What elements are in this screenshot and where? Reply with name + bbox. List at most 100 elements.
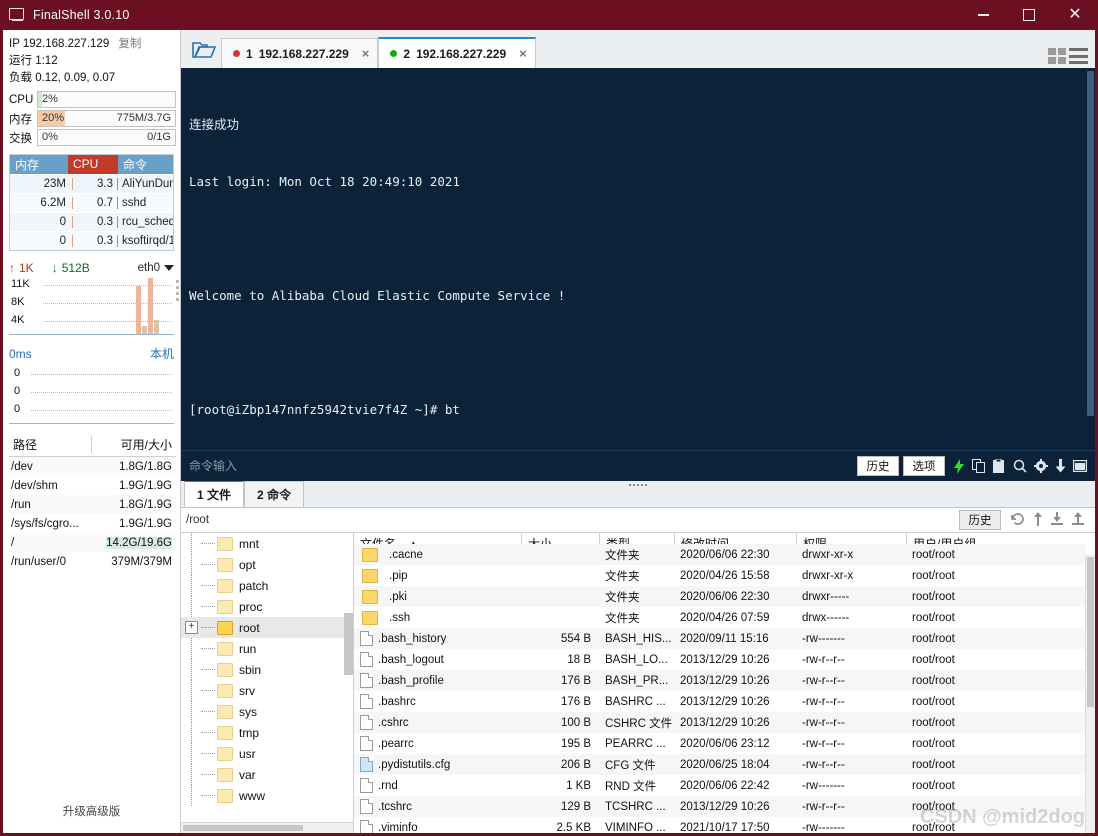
disk-row[interactable]: / 14.2G/19.6G [9, 533, 176, 552]
tree-node[interactable]: run [181, 638, 353, 659]
copy-icon[interactable] [972, 458, 986, 474]
file-name: .cacne [389, 548, 423, 561]
close-tab-icon[interactable]: × [519, 46, 527, 61]
table-row[interactable]: .pearrc 195 B PEARRC ... 2020/06/06 23:12 -r… [354, 733, 1086, 754]
session-tab-2[interactable]: 2 192.168.227.229 × [378, 37, 536, 68]
path-input[interactable] [181, 513, 959, 527]
tree-vertical-scrollbar[interactable] [344, 613, 353, 675]
file-mtime: 2013/12/29 10:26 [680, 674, 770, 687]
terminal-history-button[interactable]: 历史 [857, 456, 899, 476]
disk-row[interactable]: /dev/shm 1.9G/1.9G [9, 476, 176, 495]
table-row[interactable]: .pydistutils.cfg 206 B CFG 文件 2020/06/25 18… [354, 754, 1086, 775]
process-row[interactable]: 0 0.3 rcu_sched [10, 212, 173, 231]
swap-gauge-percent: 0% [42, 131, 58, 143]
tree-node[interactable]: proc [181, 596, 353, 617]
open-folder-icon[interactable] [187, 33, 221, 65]
table-row[interactable]: .cacne 文件夹 2020/06/06 22:30 drwxr-xr-x root/… [354, 544, 1086, 565]
tab-files[interactable]: 1 文件 [184, 480, 245, 507]
grid-view-icon[interactable] [1048, 48, 1066, 64]
tree-node[interactable]: var [181, 764, 353, 785]
file-perm: -rw-r--r-- [802, 674, 845, 687]
tree-node[interactable]: www [181, 785, 353, 806]
disk-col-size[interactable]: 可用/大小 [91, 436, 176, 453]
copy-ip-button[interactable]: 复制 [118, 38, 141, 50]
tree-node[interactable]: sys [181, 701, 353, 722]
interface-selector[interactable]: eth0 [138, 262, 174, 274]
table-row[interactable]: .bashrc 176 B BASHRC ... 2013/12/29 10:26 -r… [354, 691, 1086, 712]
file-mtime: 2021/10/17 17:50 [680, 821, 770, 834]
tree-node[interactable]: usr [181, 743, 353, 764]
path-history-button[interactable]: 历史 [959, 510, 1001, 530]
hamburger-menu-icon[interactable] [1069, 48, 1088, 64]
process-row[interactable]: 6.2M 0.7 sshd [10, 193, 173, 212]
table-row[interactable]: .viminfo 2.5 KB VIMINFO ... 2021/10/17 17:5… [354, 817, 1086, 833]
tree-node[interactable]: tmp [181, 722, 353, 743]
upload-icon[interactable] [1033, 511, 1043, 529]
tree-node[interactable]: sbin [181, 659, 353, 680]
tree-node[interactable]: mnt [181, 533, 353, 554]
disk-row[interactable]: /sys/fs/cgro... 1.9G/1.9G [9, 514, 176, 533]
file-owner: root/root [912, 821, 955, 834]
process-col-memory[interactable]: 内存 [10, 156, 68, 173]
upgrade-pro-link[interactable]: 升级高级版 [3, 803, 180, 819]
tree-node-label: root [239, 620, 260, 635]
close-button[interactable]: ✕ [1052, 0, 1098, 30]
disk-row[interactable]: /run 1.8G/1.9G [9, 495, 176, 514]
sidebar-scroll-dots[interactable] [175, 280, 180, 580]
table-row[interactable]: .pip 文件夹 2020/04/26 15:58 drwxr-xr-x root/ro… [354, 565, 1086, 586]
file-list-scrollbar[interactable] [1085, 555, 1095, 833]
table-row[interactable]: .bash_logout 18 B BASH_LO... 2013/12/29 10:… [354, 649, 1086, 670]
disk-usage-table: 路径 可用/大小 /dev 1.8G/1.8G /dev/shm 1.9G/1.… [9, 436, 176, 571]
terminal-output[interactable]: 连接成功 Last login: Mon Oct 18 20:49:10 202… [181, 69, 1085, 451]
disk-row[interactable]: /dev 1.8G/1.8G [9, 457, 176, 476]
panel-resize-handle[interactable] [621, 482, 655, 487]
file-perm: -rw------- [802, 632, 845, 645]
paste-icon[interactable] [993, 458, 1006, 474]
minimize-button[interactable] [960, 0, 1006, 30]
download-icon[interactable] [1055, 459, 1066, 473]
refresh-icon[interactable] [1011, 512, 1026, 529]
disk-row[interactable]: /run/user/0 379M/379M [9, 552, 176, 571]
tree-node[interactable]: srv [181, 680, 353, 701]
explorer-toolbar [1011, 511, 1095, 529]
download-to-local-icon[interactable] [1050, 511, 1064, 529]
table-row[interactable]: .ssh 文件夹 2020/04/26 07:59 drwx------ root/ro… [354, 607, 1086, 628]
file-name: .pip [389, 569, 408, 582]
process-row[interactable]: 23M 3.3 AliYunDun [10, 174, 173, 193]
ping-y-label: 0 [14, 367, 21, 379]
window-icon[interactable] [1073, 460, 1087, 472]
process-col-cpu[interactable]: CPU [68, 155, 118, 174]
tree-horizontal-scrollbar[interactable] [181, 822, 353, 833]
search-icon[interactable] [1013, 459, 1027, 473]
close-tab-icon[interactable]: × [362, 46, 370, 61]
tree-node[interactable]: patch [181, 575, 353, 596]
command-input[interactable] [181, 458, 857, 474]
network-traffic-panel: ↑ 1K ↓ 512B eth0 11K 8K 4K [9, 261, 174, 335]
file-mtime: 2020/06/06 22:42 [680, 779, 770, 792]
disk-path: /dev [11, 460, 33, 473]
lightning-icon[interactable] [953, 458, 965, 474]
table-row[interactable]: .cshrc 100 B CSHRC 文件 2013/12/29 10:26 -rw-r… [354, 712, 1086, 733]
session-tab-label: 192.168.227.229 [258, 46, 349, 61]
table-row[interactable]: .bash_history 554 B BASH_HIS... 2020/09/11 … [354, 628, 1086, 649]
maximize-button[interactable] [1006, 0, 1052, 30]
terminal-options-button[interactable]: 选项 [903, 456, 945, 476]
process-col-command[interactable]: 命令 [118, 156, 173, 173]
gear-icon[interactable] [1034, 459, 1048, 473]
table-row[interactable]: .tcshrc 129 B TCSHRC ... 2013/12/29 10:26 -r… [354, 796, 1086, 817]
status-dot-icon [390, 50, 398, 57]
tree-node-root[interactable]: + root [181, 617, 353, 638]
terminal-scrollbar[interactable] [1085, 69, 1095, 451]
disk-col-path[interactable]: 路径 [9, 436, 91, 453]
upload-to-server-icon[interactable] [1071, 511, 1085, 529]
session-tab-1[interactable]: 1 192.168.227.229 × [221, 38, 379, 68]
table-row[interactable]: .rnd 1 KB RND 文件 2020/06/06 22:42 -rw-------… [354, 775, 1086, 796]
tree-node[interactable]: opt [181, 554, 353, 575]
table-row[interactable]: .bash_profile 176 B BASH_PR... 2013/12/29 1… [354, 670, 1086, 691]
ping-host[interactable]: 本机 [150, 345, 174, 362]
process-row[interactable]: 0 0.3 ksoftirqd/1 [10, 231, 173, 250]
tab-commands[interactable]: 2 命令 [244, 481, 305, 507]
table-row[interactable]: .pki 文件夹 2020/06/06 22:30 drwxr----- root/ro… [354, 586, 1086, 607]
upload-rate: 1K [19, 261, 34, 275]
expand-node-icon[interactable]: + [185, 621, 198, 634]
